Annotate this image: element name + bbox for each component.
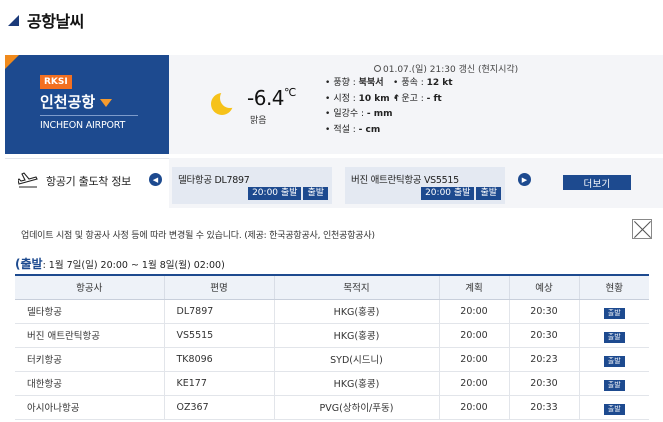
col-header-flight: 편명	[164, 275, 275, 300]
weather-details-col2: • 풍속 : 12 kt • 운고 : - ft	[393, 76, 453, 107]
table-row: 아시아나항공 OZ367 PVG(상하이/푸동) 20:00 20:33 출발	[15, 395, 649, 420]
status-badge: 출발	[603, 308, 625, 319]
status-cell: 출발	[579, 371, 649, 396]
clock-icon	[374, 65, 381, 72]
flight-number: DL7897	[164, 299, 275, 324]
destination: HKG(홍콩)	[274, 323, 440, 348]
visibility: • 시정 : 10 km ↑	[325, 93, 401, 104]
expected-time: 20:30	[509, 299, 580, 324]
page-title-text: 공항날씨	[27, 12, 84, 31]
airline: 버진 애트란틱항공	[15, 323, 165, 348]
daily-precipitation: • 일강수 : - mm	[325, 109, 393, 119]
next-flight-button[interactable]: ▶	[518, 173, 531, 186]
flight-card-time: 20:00 출발	[421, 187, 475, 200]
cloud-ceiling: • 운고 : - ft	[393, 93, 442, 104]
flight-number: OZ367	[164, 395, 275, 420]
wind-speed: • 풍속 : 12 kt	[393, 78, 453, 88]
temperature: -6.4℃	[247, 86, 296, 110]
expected-time: 20:33	[509, 395, 580, 420]
divider	[40, 115, 138, 116]
col-header-status: 현황	[579, 275, 649, 300]
status-cell: 출발	[579, 395, 649, 420]
flight-card-status: 20:00 출발 출발	[248, 187, 328, 200]
flight-card-status: 20:00 출발 출발	[421, 187, 501, 200]
col-header-planned: 계획	[439, 275, 510, 300]
flight-card-time: 20:00 출발	[248, 187, 302, 200]
flight-number: KE177	[164, 371, 275, 396]
planned-time: 20:00	[439, 323, 510, 348]
status-badge: 출발	[603, 332, 625, 343]
airplane-icon	[18, 172, 38, 188]
flight-card-name: 델타항공 DL7897	[178, 175, 250, 186]
caret-down-icon[interactable]	[100, 98, 113, 107]
status-badge: 출발	[603, 380, 625, 391]
airport-code-badge: RKSI	[40, 75, 72, 89]
planned-time: 20:00	[439, 395, 510, 420]
departures-header: (출발: 1월 7일(일) 20:00 ~ 1월 8일(월) 02:00)	[15, 255, 225, 272]
departures-title: (출발	[15, 257, 43, 271]
table-header-row: 항공사 편명 목적지 계획 예상 현황	[15, 275, 649, 300]
expected-time: 20:30	[509, 323, 580, 348]
status-cell: 출발	[579, 347, 649, 372]
flight-info-label: 항공기 출도착 정보	[46, 175, 131, 188]
wind-direction: • 풍향 : 북북서	[325, 78, 384, 88]
flight-card-tag: 출발	[303, 187, 328, 200]
planned-time: 20:00	[439, 371, 510, 396]
airline: 아시아나항공	[15, 395, 165, 420]
destination: SYD(시드니)	[274, 347, 440, 372]
temperature-value: -6.4	[247, 86, 285, 110]
planned-time: 20:00	[439, 347, 510, 372]
airline: 터키항공	[15, 347, 165, 372]
airport-name-en: INCHEON AIRPORT	[40, 120, 126, 131]
destination: HKG(홍콩)	[274, 299, 440, 324]
page-title: 공항날씨	[8, 9, 84, 31]
update-time: 01.07.(일) 21:30 갱신 (현지시각)	[374, 62, 518, 75]
planned-time: 20:00	[439, 299, 510, 324]
temperature-unit: ℃	[284, 86, 296, 99]
status-cell: 출발	[579, 299, 649, 324]
prev-flight-button[interactable]: ◀	[149, 173, 162, 186]
title-marker-icon	[8, 14, 19, 26]
flight-card[interactable]: 버진 애트란틱항공 VS5515 20:00 출발 출발	[345, 167, 505, 204]
weather-condition: 맑음	[250, 116, 267, 126]
update-time-text: 01.07.(일) 21:30 갱신 (현지시각)	[383, 65, 519, 75]
close-icon[interactable]	[632, 219, 652, 239]
departures-table: 항공사 편명 목적지 계획 예상 현황 델타항공 DL7897 HKG(홍콩) …	[15, 274, 649, 420]
flight-card-tag: 출발	[476, 187, 501, 200]
moon-icon-mask	[220, 88, 240, 108]
flight-card-name: 버진 애트란틱항공 VS5515	[351, 175, 459, 186]
airport-name: 인천공항	[40, 93, 96, 111]
expected-time: 20:30	[509, 371, 580, 396]
col-header-airline: 항공사	[15, 275, 165, 300]
card-corner-icon	[5, 55, 19, 69]
status-cell: 출발	[579, 323, 649, 348]
table-row: 터키항공 TK8096 SYD(시드니) 20:00 20:23 출발	[15, 347, 649, 372]
airline: 대한항공	[15, 371, 165, 396]
airport-selector[interactable]: RKSI 인천공항 INCHEON AIRPORT	[5, 55, 169, 154]
notice-text: 업데이트 시점 및 항공사 사정 등에 따라 변경될 수 있습니다. (제공: …	[21, 231, 375, 241]
table-row: 델타항공 DL7897 HKG(홍콩) 20:00 20:30 출발	[15, 299, 649, 324]
flight-card[interactable]: 델타항공 DL7897 20:00 출발 출발	[172, 167, 332, 204]
expected-time: 20:23	[509, 347, 580, 372]
status-badge: 출발	[603, 356, 625, 367]
destination: PVG(상하이/푸동)	[274, 395, 440, 420]
status-badge: 출발	[603, 404, 625, 415]
airline: 델타항공	[15, 299, 165, 324]
airport-name-dropdown[interactable]: 인천공항	[40, 91, 113, 112]
weather-details-col1: • 풍향 : 북북서 • 시정 : 10 km ↑ • 일강수 : - mm • 적설 …	[325, 76, 400, 138]
flight-number: VS5515	[164, 323, 275, 348]
table-row: 대한항공 KE177 HKG(홍콩) 20:00 20:30 출발	[15, 371, 649, 396]
snowfall: • 적설 : - cm	[325, 124, 381, 135]
col-header-expected: 예상	[509, 275, 580, 300]
destination: HKG(홍콩)	[274, 371, 440, 396]
flight-number: TK8096	[164, 347, 275, 372]
departures-range: : 1월 7일(일) 20:00 ~ 1월 8일(월) 02:00)	[42, 260, 225, 271]
col-header-destination: 목적지	[274, 275, 440, 300]
more-button[interactable]: 더보기	[563, 175, 631, 190]
table-row: 버진 애트란틱항공 VS5515 HKG(홍콩) 20:00 20:30 출발	[15, 323, 649, 348]
